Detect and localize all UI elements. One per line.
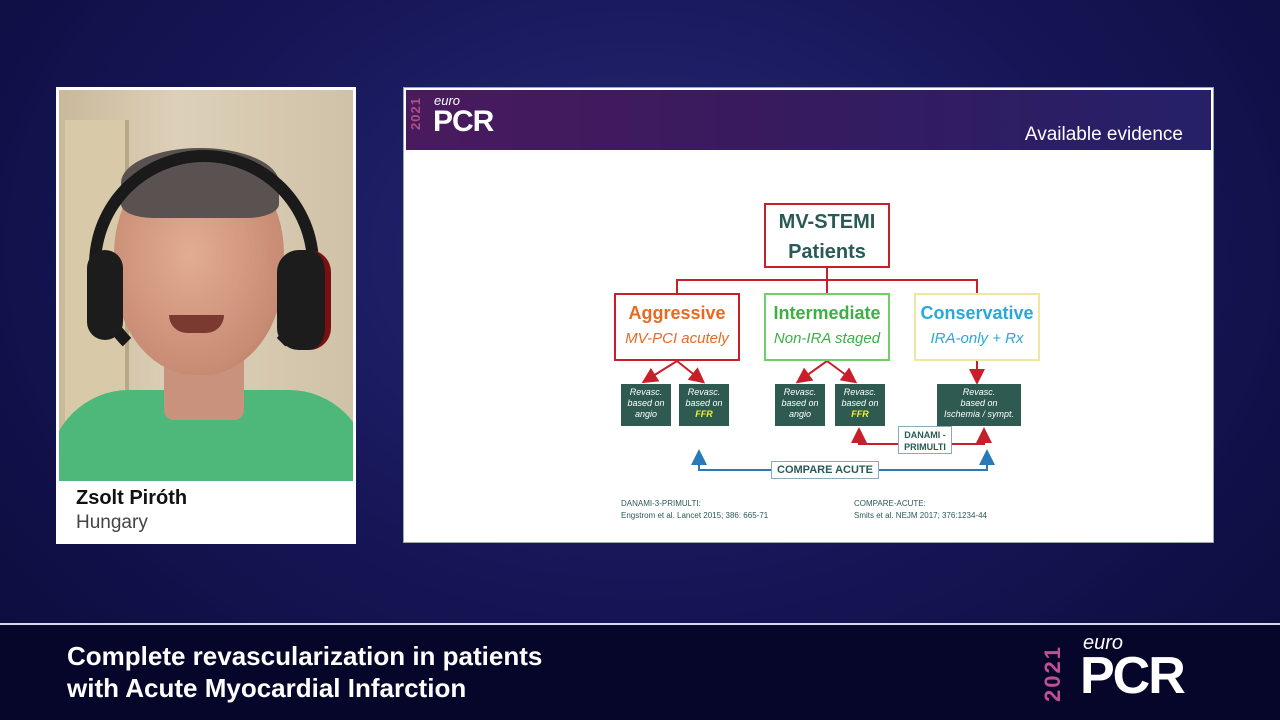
headphone-right-cup [277, 250, 331, 350]
revasc-line: angio [788, 409, 812, 419]
revasc-line: Ischemia / sympt. [943, 409, 1015, 419]
strategy-intermediate: Intermediate Non-IRA staged [764, 293, 890, 361]
reference-line: COMPARE-ACUTE: [854, 499, 926, 508]
revasc-line: Revasc. [629, 387, 663, 397]
reference-line: Smits et al. NEJM 2017; 376:1234-44 [854, 511, 987, 520]
root-line-2: Patients [788, 241, 866, 263]
revasc-line: Revasc. [783, 387, 817, 397]
trial-tag-line: PRIMULTI [904, 442, 946, 452]
revasc-box-ischemia: Revasc. based on Ischemia / sympt. [937, 384, 1021, 426]
revasc-box-angio: Revasc. based on angio [621, 384, 671, 426]
root-box-mv-stemi: MV-STEMI Patients [764, 203, 890, 268]
reference-line: DANAMI-3-PRIMULTI: [621, 499, 701, 508]
strategy-subtitle: Non-IRA staged [773, 330, 881, 347]
strategy-title: Conservative [920, 303, 1034, 323]
strategy-title: Aggressive [628, 303, 726, 323]
reference-compare-acute: COMPARE-ACUTE: Smits et al. NEJM 2017; 3… [854, 498, 987, 522]
headphone-left-cup [87, 250, 123, 340]
revasc-box-angio: Revasc. based on angio [775, 384, 825, 426]
strategy-aggressive: Aggressive MV-PCI acutely [614, 293, 740, 361]
reference-danami: DANAMI-3-PRIMULTI: Engstrom et al. Lance… [621, 498, 768, 522]
session-title-line-2: with Acute Myocardial Infarction [67, 673, 467, 703]
revasc-line: Revasc. [843, 387, 877, 397]
speaker-video [59, 90, 353, 481]
revasc-line: Revasc. [687, 387, 721, 397]
footer-logo-year: 2021 [1040, 645, 1065, 702]
revasc-line: Revasc. [962, 387, 996, 397]
reference-line: Engstrom et al. Lancet 2015; 386: 665-71 [621, 511, 769, 520]
revasc-box-ffr: Revasc. based on FFR [835, 384, 885, 426]
revasc-line: based on [685, 398, 723, 408]
revasc-ffr-label: FFR [695, 409, 713, 419]
revasc-box-ffr: Revasc. based on FFR [679, 384, 729, 426]
session-title-line-1: Complete revascularization in patients [67, 641, 543, 671]
speaker-card: Zsolt Piróth Hungary [56, 87, 356, 544]
revasc-line: angio [634, 409, 658, 419]
strategy-conservative: Conservative IRA-only + Rx [914, 293, 1040, 361]
revasc-ffr-label: FFR [851, 409, 869, 419]
revasc-line: based on [781, 398, 819, 408]
session-title: Complete revascularization in patients w… [67, 640, 542, 704]
revasc-line: based on [960, 398, 998, 408]
root-line-1: MV-STEMI [778, 211, 876, 233]
trial-tag-compare-acute: COMPARE ACUTE [771, 461, 879, 479]
revasc-line: based on [841, 398, 879, 408]
trial-tag-line: DANAMI - [904, 430, 946, 440]
strategy-subtitle: MV-PCI acutely [625, 330, 729, 347]
trial-tag-danami: DANAMI - PRIMULTI [898, 426, 952, 454]
strategy-title: Intermediate [773, 303, 881, 323]
speaker-country: Hungary [76, 512, 148, 533]
revasc-line: based on [627, 398, 665, 408]
strategy-subtitle: IRA-only + Rx [930, 330, 1024, 347]
footer-logo-pcr: PCR [1080, 647, 1186, 705]
speaker-name: Zsolt Piróth [76, 487, 188, 509]
presentation-slide: 2021 euro PCR Available evidence MV-STEM… [403, 87, 1214, 543]
